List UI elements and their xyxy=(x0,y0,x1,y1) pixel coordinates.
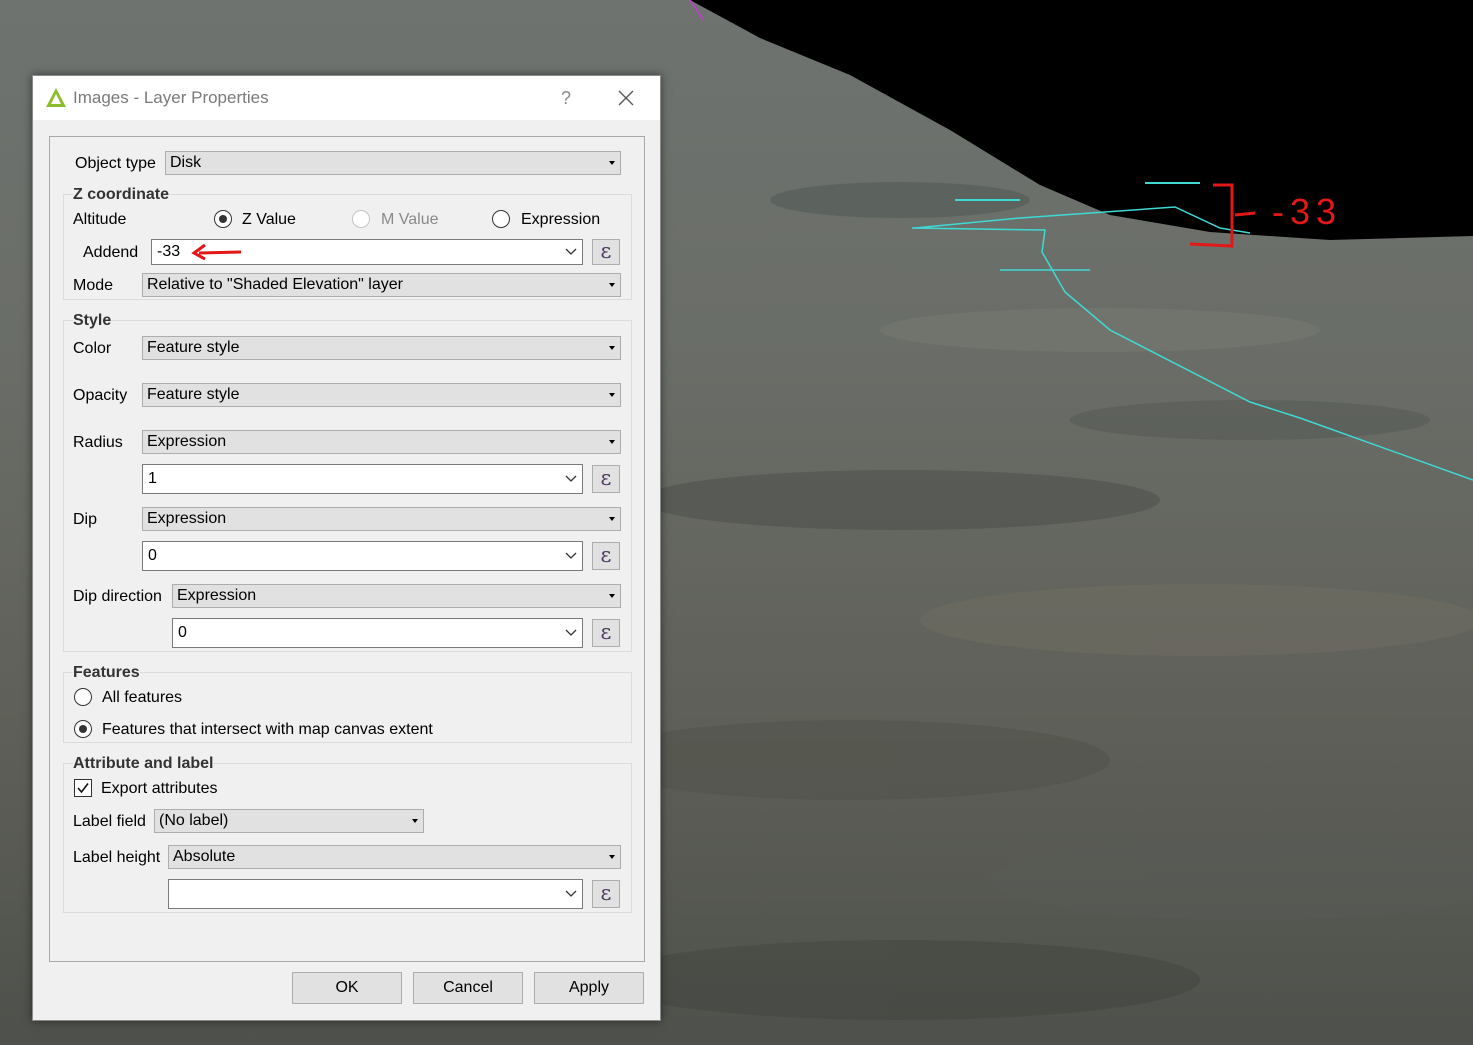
object-type-value: Disk xyxy=(170,154,202,171)
annotation-text: -33 xyxy=(1272,191,1342,232)
dip-direction-input[interactable]: 0 xyxy=(172,618,583,648)
addend-label: Addend xyxy=(83,244,139,261)
chevron-down-icon xyxy=(565,475,577,482)
dip-direction-mode-combo[interactable]: Expression xyxy=(172,584,621,608)
label-height-mode-combo[interactable]: Absolute xyxy=(168,845,621,869)
chevron-down-icon xyxy=(565,629,577,636)
title-bar: Images - Layer Properties ? xyxy=(33,76,660,120)
close-icon[interactable] xyxy=(611,84,641,112)
dip-mode-combo[interactable]: Expression xyxy=(142,507,621,531)
expression-radio[interactable] xyxy=(492,210,510,228)
properties-panel: Object type Disk Z coordinate Altitude Z… xyxy=(49,136,645,962)
radius-expression-button[interactable]: ε xyxy=(592,465,620,493)
window-title: Images - Layer Properties xyxy=(73,88,269,107)
object-type-combo[interactable]: Disk xyxy=(165,151,621,175)
export-attributes-label: Export attributes xyxy=(101,780,218,797)
dropdown-arrow-icon xyxy=(609,346,615,350)
export-attributes-checkbox[interactable] xyxy=(74,779,92,797)
intersect-features-radio[interactable] xyxy=(74,720,92,738)
ok-button[interactable]: OK xyxy=(292,972,402,1004)
style-title: Style xyxy=(73,311,112,331)
layer-properties-dialog: Images - Layer Properties ? Object type … xyxy=(32,75,661,1021)
m-value-radio xyxy=(352,210,370,228)
dropdown-arrow-icon xyxy=(609,594,615,598)
apply-button[interactable]: Apply xyxy=(534,972,644,1004)
dip-direction-expression-button[interactable]: ε xyxy=(592,619,620,647)
dropdown-arrow-icon xyxy=(609,517,615,521)
dip-mode-value: Expression xyxy=(147,510,227,527)
label-height-expression-button[interactable]: ε xyxy=(592,880,620,908)
red-arrow-annotation xyxy=(191,243,242,261)
radius-mode-combo[interactable]: Expression xyxy=(142,430,621,454)
opacity-combo[interactable]: Feature style xyxy=(142,383,621,407)
object-type-label: Object type xyxy=(75,155,156,172)
dropdown-arrow-icon xyxy=(609,283,615,287)
chevron-down-icon xyxy=(565,552,577,559)
dropdown-arrow-icon xyxy=(609,393,615,397)
dropdown-arrow-icon xyxy=(412,819,418,823)
altitude-label: Altitude xyxy=(73,211,127,228)
mode-label: Mode xyxy=(73,277,114,294)
attribute-label-title: Attribute and label xyxy=(73,754,214,774)
expression-label: Expression xyxy=(521,211,601,228)
z-value-radio[interactable] xyxy=(214,210,232,228)
opacity-label: Opacity xyxy=(73,387,128,404)
label-field-value: (No label) xyxy=(159,812,229,829)
label-field-label: Label field xyxy=(73,813,146,830)
mode-combo[interactable]: Relative to "Shaded Elevation" layer xyxy=(142,273,621,297)
z-coordinate-title: Z coordinate xyxy=(73,185,170,205)
z-value-label: Z Value xyxy=(242,211,296,228)
chevron-down-icon xyxy=(565,890,577,897)
radius-input[interactable]: 1 xyxy=(142,464,583,494)
chevron-down-icon xyxy=(565,248,577,255)
addend-expression-button[interactable]: ε xyxy=(592,239,620,265)
cancel-button[interactable]: Cancel xyxy=(413,972,523,1004)
dropdown-arrow-icon xyxy=(609,161,615,165)
dropdown-arrow-icon xyxy=(609,855,615,859)
help-button[interactable]: ? xyxy=(551,85,581,111)
all-features-radio[interactable] xyxy=(74,688,92,706)
opacity-value: Feature style xyxy=(147,386,240,403)
intersect-features-label: Features that intersect with map canvas … xyxy=(102,721,433,738)
color-label: Color xyxy=(73,340,112,357)
color-combo[interactable]: Feature style xyxy=(142,336,621,360)
mode-value: Relative to "Shaded Elevation" layer xyxy=(147,276,403,293)
dip-direction-label: Dip direction xyxy=(73,588,162,605)
radius-value: 1 xyxy=(148,470,157,487)
color-value: Feature style xyxy=(147,339,240,356)
dropdown-arrow-icon xyxy=(609,440,615,444)
addend-value: -33 xyxy=(157,243,181,260)
dip-value: 0 xyxy=(148,547,157,564)
checkmark-icon xyxy=(77,783,89,794)
qgis-icon xyxy=(46,88,66,107)
dip-direction-mode-value: Expression xyxy=(177,587,257,604)
dip-expression-button[interactable]: ε xyxy=(592,542,620,570)
label-height-mode-value: Absolute xyxy=(173,848,236,865)
radius-label: Radius xyxy=(73,434,123,451)
dip-label: Dip xyxy=(73,511,98,528)
m-value-label: M Value xyxy=(381,211,439,228)
label-height-input[interactable] xyxy=(168,879,583,909)
label-field-combo[interactable]: (No label) xyxy=(154,809,424,833)
radius-mode-value: Expression xyxy=(147,433,227,450)
dip-direction-value: 0 xyxy=(178,624,187,641)
dip-input[interactable]: 0 xyxy=(142,541,583,571)
features-title: Features xyxy=(73,663,140,683)
all-features-label: All features xyxy=(102,689,183,706)
label-height-label: Label height xyxy=(73,849,161,866)
